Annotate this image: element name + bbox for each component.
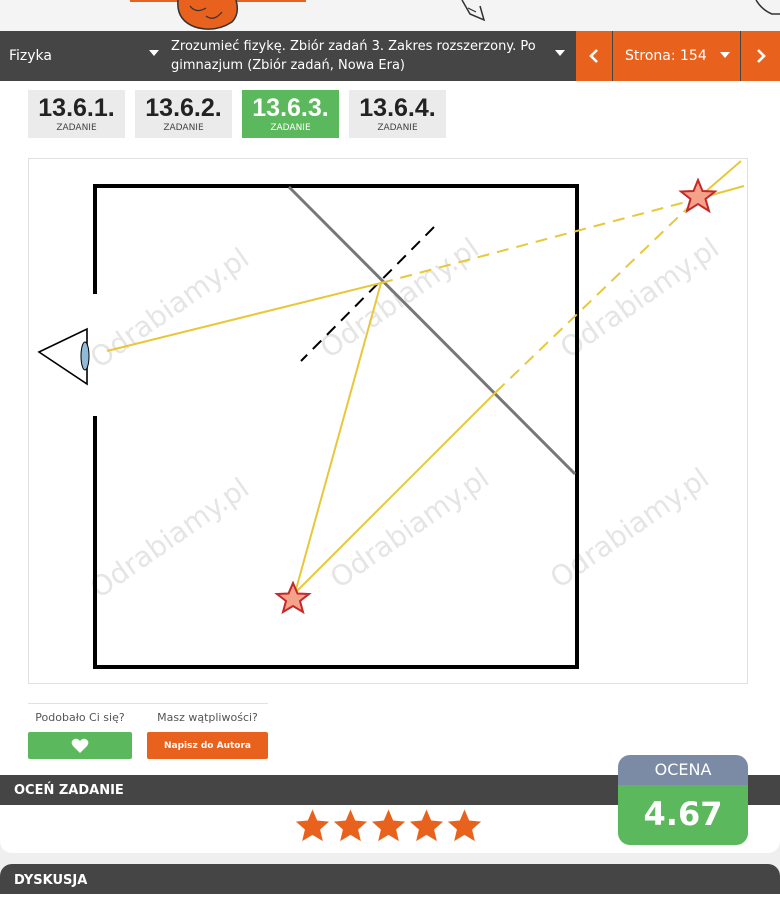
heart-icon	[71, 738, 89, 753]
rating-stars	[295, 808, 482, 843]
navigation-bar: Fizyka Zrozumieć fizykę. Zbiór zadań 3. …	[0, 31, 780, 81]
chevron-down-icon	[555, 50, 565, 56]
write-to-author-button[interactable]: Napisz do Autora	[147, 732, 268, 759]
page-label: Strona: 154	[625, 48, 707, 64]
watermark-text: Odrabiamy.pl	[84, 471, 255, 604]
previous-page-button[interactable]	[576, 31, 612, 81]
task-label: ZADANIE	[270, 123, 311, 133]
task-tab-13-6-4[interactable]: 13.6.4. ZADANIE	[349, 90, 446, 138]
eye-icon	[37, 327, 90, 386]
task-tabs: 13.6.1. ZADANIE 13.6.2. ZADANIE 13.6.3. …	[28, 90, 446, 138]
like-question: Podobało Ci się?	[35, 711, 125, 724]
task-number: 13.6.4.	[359, 94, 436, 122]
chevron-right-icon	[756, 49, 766, 63]
score-label: OCENA	[618, 755, 748, 785]
discussion-header: DYSKUSJA	[0, 864, 780, 894]
star-4-icon[interactable]	[409, 808, 444, 843]
next-page-button[interactable]	[741, 31, 780, 81]
task-label: ZADANIE	[377, 123, 418, 133]
star-3-icon[interactable]	[371, 808, 406, 843]
mirror-reflection-diagram: Odrabiamy.pl Odrabiamy.pl Odrabiamy.pl O…	[37, 160, 745, 669]
like-button[interactable]	[28, 732, 132, 759]
task-tab-13-6-1[interactable]: 13.6.1. ZADANIE	[28, 90, 125, 138]
discussion-card: DYSKUSJA	[0, 864, 780, 915]
page-dropdown[interactable]: Strona: 154	[613, 31, 740, 81]
chevron-left-icon	[589, 49, 598, 63]
task-number: 13.6.2.	[145, 94, 222, 122]
watermarks: Odrabiamy.pl Odrabiamy.pl Odrabiamy.pl O…	[84, 231, 725, 604]
watermark-text: Odrabiamy.pl	[324, 461, 495, 594]
chevron-down-icon	[720, 52, 730, 58]
room-walls	[93, 184, 579, 669]
task-tab-13-6-3[interactable]: 13.6.3. ZADANIE	[242, 90, 339, 138]
score-value: 4.67	[618, 785, 748, 845]
subject-dropdown[interactable]: Fizyka	[0, 31, 165, 81]
task-label: ZADANIE	[163, 123, 204, 133]
book-dropdown[interactable]: Zrozumieć fizykę. Zbiór zadań 3. Zakres …	[165, 31, 575, 81]
brain-illustration	[130, 0, 780, 30]
chevron-down-icon	[149, 50, 159, 56]
task-card: 13.6.1. ZADANIE 13.6.2. ZADANIE 13.6.3. …	[0, 81, 780, 853]
star-2-icon[interactable]	[333, 808, 368, 843]
task-label: ZADANIE	[56, 123, 97, 133]
star-image-icon	[678, 177, 718, 214]
subject-label: Fizyka	[9, 48, 52, 64]
book-title: Zrozumieć fizykę. Zbiór zadań 3. Zakres …	[171, 39, 536, 73]
star-5-icon[interactable]	[447, 808, 482, 843]
score-badge: OCENA 4.67	[618, 755, 748, 845]
solution-figure: Odrabiamy.pl Odrabiamy.pl Odrabiamy.pl O…	[28, 158, 748, 684]
divider	[28, 703, 268, 704]
star-1-icon[interactable]	[295, 808, 330, 843]
watermark-text: Odrabiamy.pl	[84, 241, 255, 374]
doubt-question: Masz wątpliwości?	[157, 711, 258, 724]
task-number: 13.6.3.	[252, 94, 329, 122]
watermark-text: Odrabiamy.pl	[554, 231, 725, 364]
star-object-icon	[274, 580, 312, 615]
watermark-text: Odrabiamy.pl	[544, 461, 715, 594]
task-tab-13-6-2[interactable]: 13.6.2. ZADANIE	[135, 90, 232, 138]
header-decoration	[0, 0, 780, 31]
task-number: 13.6.1.	[38, 94, 115, 122]
